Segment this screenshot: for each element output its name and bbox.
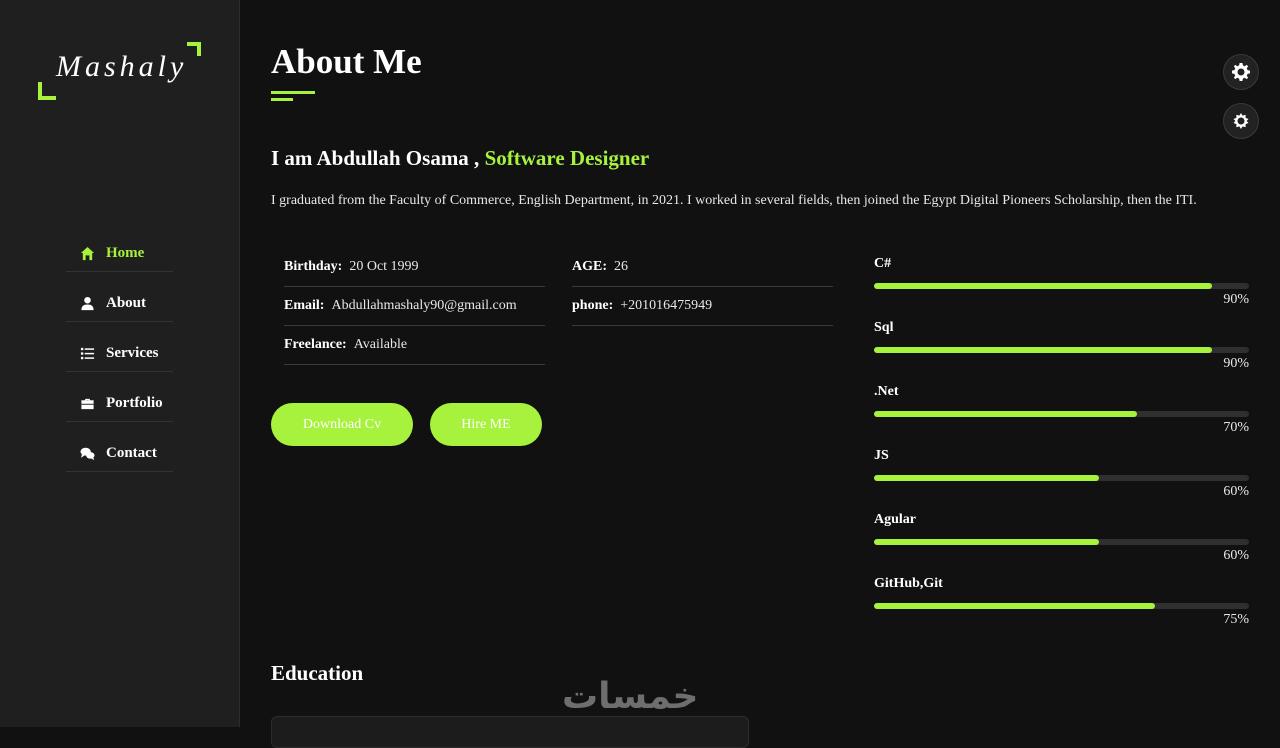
nav-item-label: Services xyxy=(106,345,159,361)
skill-progress-track xyxy=(874,347,1249,353)
info-birthday: Birthday: 20 Oct 1999 xyxy=(284,248,545,287)
skill-name: JS xyxy=(874,448,889,463)
skill-progress-track xyxy=(874,475,1249,481)
personal-info: Birthday: 20 Oct 1999 AGE: 26 Email: Abd… xyxy=(284,248,834,365)
skill-progress-track xyxy=(874,283,1249,289)
user-icon xyxy=(79,296,95,312)
skill-progress-fill xyxy=(874,411,1137,417)
logo-text: Mashaly xyxy=(56,50,188,83)
skill-name: GitHub,Git xyxy=(874,576,943,591)
title-underline-short xyxy=(271,98,293,101)
skill-percent: 90% xyxy=(1223,292,1249,307)
skill-item: .Net 70% xyxy=(874,384,1249,448)
sun-icon xyxy=(1231,111,1251,131)
info-value: 26 xyxy=(614,259,628,274)
download-cv-button[interactable]: Download Cv xyxy=(271,403,413,446)
logo-corner-bottom-left xyxy=(38,82,56,100)
nav-item-label: Home xyxy=(106,245,145,261)
settings-button[interactable] xyxy=(1223,54,1259,90)
info-email: Email: Abdullahmashaly90@gmail.com xyxy=(284,287,545,326)
intro-role: Software Designer xyxy=(484,146,650,170)
skill-percent: 60% xyxy=(1223,484,1249,499)
skill-item: C# 90% xyxy=(874,256,1249,320)
skill-progress-fill xyxy=(874,347,1212,353)
skill-percent: 90% xyxy=(1223,356,1249,371)
info-age: AGE: 26 xyxy=(572,248,833,287)
education-title: Education xyxy=(271,661,364,685)
watermark: خمسات xyxy=(562,676,699,717)
info-empty xyxy=(572,326,833,365)
intro-name: I am Abdullah Osama , xyxy=(271,146,480,170)
skill-progress-track xyxy=(874,603,1249,609)
sidebar: Mashaly Home About Services Portfolio Co… xyxy=(0,0,240,727)
skills-list: C# 90% Sql 90% .Net 70% JS 60% Agular 60% GitHub,G… xyxy=(874,256,1249,640)
sidebar-nav: Home About Services Portfolio Contact xyxy=(66,236,173,486)
skill-name: Agular xyxy=(874,512,916,527)
skill-name: .Net xyxy=(874,384,899,399)
info-row: Freelance: Available xyxy=(284,326,834,365)
info-value: 20 Oct 1999 xyxy=(349,259,419,274)
intro-heading: I am Abdullah Osama , Software Designer xyxy=(271,146,649,171)
chat-icon xyxy=(79,446,95,462)
list-icon xyxy=(79,346,95,362)
education-card xyxy=(271,716,749,748)
info-value: Abdullahmashaly90@gmail.com xyxy=(331,298,517,313)
skill-name: C# xyxy=(874,256,892,271)
page-title: About Me xyxy=(271,42,422,81)
info-phone: phone: +201016475949 xyxy=(572,287,833,326)
skill-progress-fill xyxy=(874,475,1099,481)
nav-item-home[interactable]: Home xyxy=(66,236,173,272)
title-underline xyxy=(271,91,315,94)
briefcase-icon xyxy=(79,396,95,412)
nav-item-about[interactable]: About xyxy=(66,286,173,322)
skill-item: Sql 90% xyxy=(874,320,1249,384)
bio-text: I graduated from the Faculty of Commerce… xyxy=(271,193,1197,208)
skill-progress-track xyxy=(874,539,1249,545)
skill-percent: 75% xyxy=(1223,612,1249,627)
nav-item-label: Contact xyxy=(106,445,157,461)
info-label: phone: xyxy=(572,298,614,313)
home-icon xyxy=(79,246,95,262)
gear-icon xyxy=(1231,62,1251,82)
info-label: Email: xyxy=(284,298,325,313)
info-row: Email: Abdullahmashaly90@gmail.com phone… xyxy=(284,287,834,326)
hire-me-button[interactable]: Hire ME xyxy=(430,403,542,446)
logo[interactable]: Mashaly xyxy=(38,42,201,100)
info-freelance: Freelance: Available xyxy=(284,326,545,365)
skill-progress-fill xyxy=(874,603,1156,609)
skill-percent: 60% xyxy=(1223,548,1249,563)
info-value: Available xyxy=(353,337,408,352)
skill-progress-fill xyxy=(874,539,1099,545)
nav-item-label: About xyxy=(106,295,147,311)
theme-toggle-button[interactable] xyxy=(1223,103,1259,139)
skill-item: JS 60% xyxy=(874,448,1249,512)
skill-progress-fill xyxy=(874,283,1212,289)
skill-name: Sql xyxy=(874,320,894,335)
nav-item-contact[interactable]: Contact xyxy=(66,436,173,472)
info-label: Freelance: xyxy=(284,337,347,352)
nav-item-portfolio[interactable]: Portfolio xyxy=(66,386,173,422)
skill-progress-track xyxy=(874,411,1249,417)
nav-item-label: Portfolio xyxy=(106,395,163,411)
skill-item: GitHub,Git 75% xyxy=(874,576,1249,640)
info-value: +201016475949 xyxy=(620,298,713,313)
info-row: Birthday: 20 Oct 1999 AGE: 26 xyxy=(284,248,834,287)
nav-item-services[interactable]: Services xyxy=(66,336,173,372)
info-label: AGE: xyxy=(572,259,607,274)
logo-corner-top-right xyxy=(187,42,201,56)
skill-percent: 70% xyxy=(1223,420,1249,435)
skill-item: Agular 60% xyxy=(874,512,1249,576)
info-label: Birthday: xyxy=(284,259,343,274)
